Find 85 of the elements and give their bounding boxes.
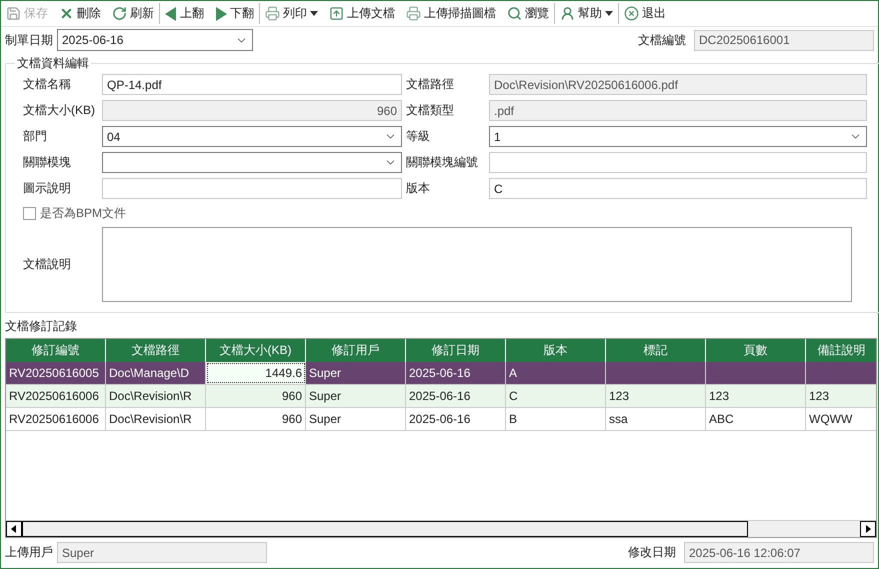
table-cell: 123 <box>806 385 876 407</box>
table-cell: WQWW <box>806 408 876 430</box>
input-field[interactable]: Doc\Revision\RV20250616006.pdf <box>489 74 867 95</box>
table-cell: Doc\Revision\R <box>106 385 206 407</box>
field-label: 文檔名稱 <box>23 76 72 93</box>
caret-icon <box>310 11 318 16</box>
toolbar-button[interactable]: 刪除 <box>56 3 107 24</box>
search-icon <box>507 6 522 21</box>
table-cell: 2025-06-16 <box>406 408 506 430</box>
printer-icon <box>265 6 280 21</box>
scanner-icon <box>406 6 421 21</box>
field-label: 文檔編號 <box>638 32 686 48</box>
input-field[interactable]: Super <box>57 542 267 563</box>
table-cell: RV20250616006 <box>6 385 106 407</box>
table-cell: RV20250616006 <box>6 408 106 430</box>
table-cell: Super <box>306 362 406 384</box>
field-label: 文檔類型 <box>406 102 455 119</box>
dropdown-field[interactable] <box>102 152 402 173</box>
input-field[interactable]: DC20250616001 <box>694 30 874 50</box>
table-cell: Super <box>306 385 406 407</box>
input-field[interactable] <box>489 152 867 173</box>
table-cell: 123 <box>606 385 706 407</box>
refresh-icon <box>112 6 127 21</box>
toolbar-button[interactable]: 下翻 <box>212 3 260 24</box>
horizontal-scrollbar[interactable] <box>6 520 876 537</box>
table-cell: 960 <box>206 408 306 430</box>
toolbar-button[interactable]: 瀏覽 <box>504 3 555 24</box>
input-field[interactable]: 960 <box>102 100 402 121</box>
table-row[interactable]: RV20250616006 Doc\Revision\R 960 Super 2025-06-16 C 123 123 123 <box>6 385 876 408</box>
table-cell: 123 <box>706 385 806 407</box>
table-cell: ssa <box>606 408 706 430</box>
scrollbar-thumb[interactable] <box>22 521 748 537</box>
field-label: 文檔路徑 <box>406 76 455 93</box>
table-cell: C <box>506 385 606 407</box>
table-row[interactable]: RV20250616005 Doc\Manage\D 1449.6 Super 2025-06-16 A <box>6 362 876 385</box>
user-icon <box>560 6 575 21</box>
upload-icon <box>329 6 344 21</box>
toolbar-button[interactable]: 刷新 <box>109 3 160 24</box>
field-label: 等級 <box>406 128 431 145</box>
date-field[interactable]: 2025-06-16 <box>57 29 253 51</box>
checkbox-label: 是否為BPM文件 <box>40 205 126 222</box>
table-cell: ABC <box>706 408 806 430</box>
close-icon <box>59 6 74 21</box>
input-field[interactable]: 2025-06-16 12:06:07 <box>684 542 874 563</box>
field-label: 上傳用戶 <box>5 544 53 561</box>
field-label: 版本 <box>406 180 431 197</box>
right-triangle-icon <box>215 6 227 20</box>
text-area[interactable] <box>102 227 852 302</box>
table-row[interactable]: RV20250616006 Doc\Revision\R 960 Super 2025-06-16 B ssa ABC WQWW <box>6 408 876 431</box>
field-label: 圖示說明 <box>23 180 72 197</box>
toolbar-button[interactable]: 上傳掃描圖檔 <box>403 3 502 24</box>
group-title: 文檔資料編輯 <box>16 55 90 72</box>
save-icon <box>6 6 21 21</box>
table-cell: 2025-06-16 <box>406 362 506 384</box>
field-label: 修改日期 <box>628 544 676 561</box>
input-field[interactable]: .pdf <box>489 100 867 121</box>
toolbar-button[interactable]: 上翻 <box>162 3 210 24</box>
caret-icon <box>605 11 613 16</box>
field-label: 關聯模塊編號 <box>406 154 479 171</box>
table-cell: A <box>506 362 606 384</box>
toolbar-button[interactable]: 退出 <box>621 3 672 24</box>
toolbar-button[interactable]: 列印 <box>262 3 324 24</box>
dropdown-field[interactable]: 04 <box>102 126 402 147</box>
field-label: 部門 <box>23 128 48 145</box>
dropdown-field[interactable]: 1 <box>489 126 867 147</box>
table-cell: 2025-06-16 <box>406 385 506 407</box>
input-field[interactable]: C <box>489 178 867 199</box>
table-cell: B <box>506 408 606 430</box>
toolbar-button[interactable]: 幫助 <box>557 3 619 24</box>
input-field[interactable]: QP-14.pdf <box>102 74 402 95</box>
field-label: 文檔說明 <box>23 256 72 273</box>
table-cell: 1449.6 <box>206 362 306 384</box>
section-title: 文檔修訂記錄 <box>5 318 77 335</box>
toolbar-button[interactable]: 上傳文檔 <box>326 3 401 24</box>
table-cell: Super <box>306 408 406 430</box>
left-triangle-icon <box>165 6 177 20</box>
table-cell: Doc\Revision\R <box>106 408 206 430</box>
input-field[interactable] <box>102 178 402 199</box>
field-label: 制單日期 <box>5 32 53 48</box>
checkbox[interactable] <box>23 207 36 220</box>
field-label: 文檔大小(KB) <box>23 102 96 119</box>
field-label: 關聯模塊 <box>23 154 72 171</box>
close-icon <box>624 6 639 21</box>
table-cell: RV20250616005 <box>6 362 106 384</box>
table-cell: 960 <box>206 385 306 407</box>
